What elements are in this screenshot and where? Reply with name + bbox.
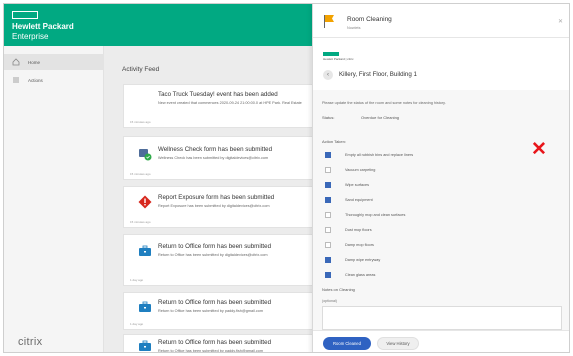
card-title: Report Exposure form has been submitted bbox=[158, 194, 275, 201]
activity-feed: Activity Feed Taco Truck Tuesday! event … bbox=[104, 46, 328, 352]
card-body: New event created that commences 2020-09… bbox=[158, 101, 302, 105]
room-cleaned-button[interactable]: Room Cleaned bbox=[323, 337, 371, 350]
checkbox[interactable] bbox=[325, 167, 331, 173]
status-label: Status: bbox=[322, 115, 335, 120]
checkbox-row[interactable]: Empty all rubbish bins and replace liner… bbox=[325, 150, 413, 160]
feed-card[interactable]: Wellness Check form has been submitted W… bbox=[123, 136, 328, 180]
sidebar-item-home[interactable]: Home bbox=[4, 54, 104, 70]
card-time: 1 day ago bbox=[130, 278, 144, 282]
card-title: Return to Office form has been submitted bbox=[158, 339, 272, 346]
checkbox-row[interactable]: Wipe surfaces bbox=[325, 180, 369, 190]
instructions: Please update the status of the room and… bbox=[322, 101, 446, 105]
view-history-button[interactable]: View History bbox=[377, 337, 419, 350]
card-body: Wellness Check has been submitted by dig… bbox=[158, 156, 269, 160]
checkbox[interactable] bbox=[325, 272, 331, 278]
panel-form: Please update the status of the room and… bbox=[313, 90, 569, 330]
citrix-logo: citrix bbox=[18, 336, 43, 348]
feed-card[interactable]: Return to Office form has been submitted… bbox=[123, 234, 328, 286]
hpe-logo-icon bbox=[12, 11, 38, 19]
notes-optional-label: (optional) bbox=[322, 299, 337, 303]
actions-icon bbox=[12, 76, 20, 84]
app-window: Hewlett Packard Enterprise Home Actions … bbox=[3, 3, 570, 353]
checkbox-row[interactable]: Damp wipe entryway bbox=[325, 255, 380, 265]
briefcase-icon bbox=[138, 339, 152, 352]
wellness-icon bbox=[138, 147, 152, 161]
card-body: Return to Office has been submitted by p… bbox=[158, 309, 264, 313]
briefcase-icon bbox=[138, 300, 152, 314]
home-icon bbox=[12, 58, 20, 66]
card-title: Return to Office form has been submitted bbox=[158, 299, 272, 306]
card-time: 15 minutes ago bbox=[130, 172, 151, 176]
checkbox[interactable] bbox=[325, 227, 331, 233]
checkbox-row[interactable]: Dust mop floors bbox=[325, 225, 372, 235]
checkbox[interactable] bbox=[325, 182, 331, 188]
checkbox-label: Dust mop floors bbox=[345, 228, 372, 232]
room-cleaning-panel: Room Cleaning Nowlets ✕ Hewlett Packard … bbox=[312, 4, 569, 352]
panel-footer: Room Cleaned View History bbox=[313, 330, 569, 352]
mini-logo-text: Hewlett Packard | citrix bbox=[323, 57, 354, 61]
status-value: Overdue for Cleaning bbox=[361, 115, 400, 120]
location-title: Killery, First Floor, Building 1 bbox=[339, 71, 417, 78]
card-body: Report Exposure has been submitted by di… bbox=[158, 204, 270, 208]
card-body: Return to Office has been submitted by d… bbox=[158, 253, 268, 257]
panel-header: Room Cleaning Nowlets ✕ bbox=[313, 4, 569, 38]
checkbox[interactable] bbox=[325, 242, 331, 248]
checkbox[interactable] bbox=[325, 257, 331, 263]
panel-subtitle: Nowlets bbox=[347, 26, 361, 30]
feed-card[interactable]: Return to Office form has been submitted… bbox=[123, 334, 328, 353]
notes-label: Notes on Cleaning bbox=[322, 287, 355, 292]
checkbox-row[interactable]: Clean glass areas bbox=[325, 270, 375, 280]
brand-subname: Enterprise bbox=[12, 32, 49, 41]
checkbox-label: Empty all rubbish bins and replace liner… bbox=[345, 153, 414, 157]
error-x-icon: ✕ bbox=[531, 139, 547, 160]
panel-title: Room Cleaning bbox=[347, 16, 392, 23]
top-bar: Hewlett Packard Enterprise bbox=[4, 4, 324, 46]
card-time: 15 minutes ago bbox=[130, 120, 151, 124]
card-title: Return to Office form has been submitted bbox=[158, 243, 272, 250]
checkbox-label: Thoroughly mop and clean surfaces bbox=[345, 213, 406, 217]
close-icon[interactable]: ✕ bbox=[558, 18, 563, 25]
brand-name: Hewlett Packard bbox=[12, 22, 74, 31]
checkbox-row[interactable]: Damp mop floors bbox=[325, 240, 374, 250]
sidebar-item-actions[interactable]: Actions bbox=[4, 72, 104, 88]
checkbox-label: Wipe surfaces bbox=[345, 183, 370, 187]
feed-card[interactable]: Return to Office form has been submitted… bbox=[123, 292, 328, 330]
alert-icon bbox=[138, 195, 152, 209]
checkbox-label: Clean glass areas bbox=[345, 273, 376, 277]
checkbox[interactable] bbox=[325, 197, 331, 203]
hpe-mini-logo-icon bbox=[323, 52, 339, 56]
back-arrow-icon[interactable]: ‹ bbox=[323, 70, 333, 80]
notes-textarea[interactable] bbox=[322, 306, 562, 330]
card-time: 15 minutes ago bbox=[130, 220, 151, 224]
checkbox[interactable] bbox=[325, 212, 331, 218]
checkbox-label: Vacuum carpeting bbox=[345, 168, 376, 172]
card-title: Wellness Check form has been submitted bbox=[158, 146, 273, 153]
feed-card[interactable]: Taco Truck Tuesday! event has been added… bbox=[123, 84, 328, 128]
briefcase-icon bbox=[138, 244, 152, 258]
flag-icon bbox=[323, 14, 335, 28]
card-time: 1 day ago bbox=[130, 322, 144, 326]
checkbox-row[interactable]: Thoroughly mop and clean surfaces bbox=[325, 210, 405, 220]
card-body: Return to Office has been submitted by p… bbox=[158, 349, 264, 353]
checkbox-label: Damp mop floors bbox=[345, 243, 374, 247]
checkbox-label: Sand equipment bbox=[345, 198, 373, 202]
checkbox-row[interactable]: Vacuum carpeting bbox=[325, 165, 375, 175]
feed-title: Activity Feed bbox=[122, 66, 160, 73]
sidebar: Home Actions citrix bbox=[4, 46, 104, 352]
feed-card[interactable]: Report Exposure form has been submitted … bbox=[123, 186, 328, 228]
checkbox[interactable] bbox=[325, 152, 331, 158]
checkbox-label: Damp wipe entryway bbox=[345, 258, 381, 262]
checkbox-row[interactable]: Sand equipment bbox=[325, 195, 373, 205]
sidebar-item-label: Actions bbox=[28, 77, 43, 83]
card-title: Taco Truck Tuesday! event has been added bbox=[158, 91, 278, 98]
actions-label: Action Taken: bbox=[322, 139, 346, 144]
sidebar-item-label: Home bbox=[28, 59, 41, 65]
